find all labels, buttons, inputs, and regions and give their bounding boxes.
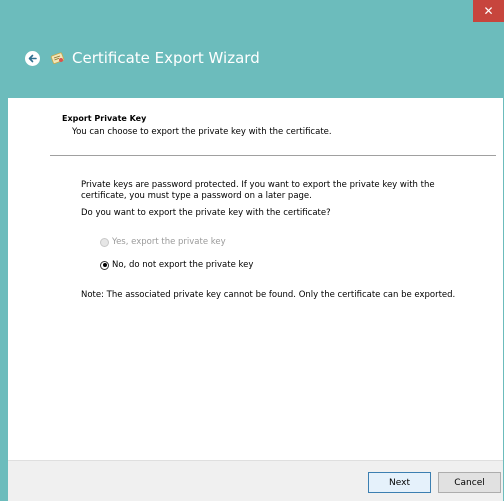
back-button[interactable] — [25, 51, 40, 66]
page-title: Export Private Key — [62, 114, 147, 123]
wizard-content: Export Private Key You can choose to exp… — [8, 98, 503, 460]
next-button[interactable]: Next — [368, 472, 431, 493]
wizard-footer: Next Cancel — [8, 460, 503, 501]
header-divider — [50, 155, 496, 156]
radio-button-checked[interactable] — [100, 260, 109, 270]
close-icon: ✕ — [483, 4, 494, 18]
close-button[interactable]: ✕ — [473, 0, 504, 22]
wizard-title: Certificate Export Wizard — [72, 49, 260, 67]
radio-no-export[interactable]: No, do not export the private key — [100, 260, 253, 270]
radio-no-label[interactable]: No, do not export the private key — [112, 260, 253, 270]
back-arrow-icon — [28, 54, 37, 63]
cancel-button[interactable]: Cancel — [438, 472, 501, 493]
password-info-text: Private keys are password protected. If … — [81, 180, 435, 201]
radio-button-disabled — [100, 237, 109, 247]
radio-yes-label: Yes, export the private key — [112, 237, 226, 247]
wizard-window: ✕ Certificate Export Wizard Export Priva… — [0, 0, 504, 501]
note-text: Note: The associated private key cannot … — [81, 290, 456, 300]
page-description: You can choose to export the private key… — [72, 127, 332, 137]
radio-yes-export: Yes, export the private key — [100, 237, 226, 247]
wizard-header: Certificate Export Wizard — [0, 22, 504, 98]
page-header: Export Private Key You can choose to exp… — [8, 98, 503, 156]
certificate-icon — [50, 52, 65, 64]
export-question: Do you want to export the private key wi… — [81, 208, 331, 218]
